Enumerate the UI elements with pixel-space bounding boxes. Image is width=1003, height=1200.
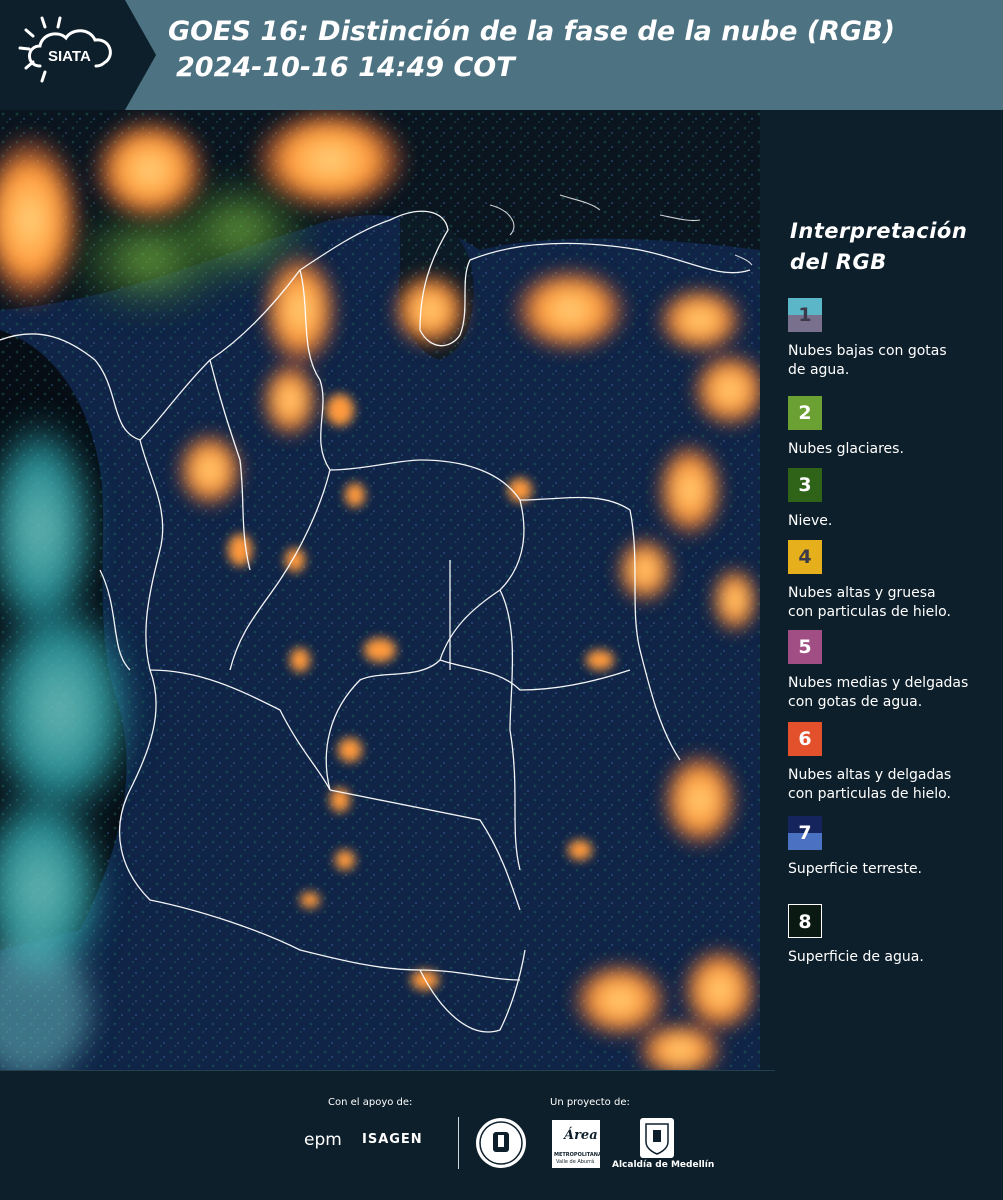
legend-label: Superficie terreste. <box>788 860 1003 879</box>
legend-number: 4 <box>798 546 812 568</box>
title-line-1: GOES 16: Distinción de la fase de la nub… <box>168 16 895 47</box>
legend-number: 2 <box>798 402 812 424</box>
footer-divider <box>0 1070 775 1071</box>
legend-label: Nubes medias y delgadas con gotas de agua… <box>788 674 1003 712</box>
alcaldia-shield-icon <box>640 1118 674 1158</box>
legend-label: Superficie de agua. <box>788 948 1003 967</box>
legend-number: 7 <box>798 822 812 844</box>
legend-swatch: 6 <box>788 722 822 756</box>
support-label: Con el apoyo de: <box>328 1097 413 1108</box>
page-title: GOES 16: Distinción de la fase de la nub… <box>168 14 895 86</box>
medellin-seal-icon <box>476 1118 526 1168</box>
legend-number: 1 <box>798 304 812 326</box>
legend-label-line-1: Superficie terreste. <box>788 861 923 877</box>
metropolitana-text: METROPOLITANA <box>554 1152 602 1158</box>
legend-item-6: 6 Nubes altas y delgadas con particulas de… <box>788 722 1003 804</box>
legend-item-4: 4 Nubes altas y gruesa con particulas de h… <box>788 540 1003 622</box>
legend-label-line-1: Nubes bajas con gotas <box>788 343 947 359</box>
legend-title-line-1: Interpretación <box>790 219 968 243</box>
legend-label: Nubes bajas con gotas de agua. <box>788 342 1003 380</box>
legend-label: Nubes glaciares. <box>788 440 1003 459</box>
epm-logo: epm <box>304 1130 342 1150</box>
siata-logo-text: SIATA <box>48 48 91 65</box>
area-metropolitana-logo: Área METROPOLITANA Valle de Aburrá <box>552 1120 602 1168</box>
legend-number: 6 <box>798 728 812 750</box>
legend-swatch: 7 <box>788 816 822 850</box>
legend-item-8: 8 Superficie de agua. <box>788 904 1003 967</box>
legend-label-line-1: Nubes medias y delgadas <box>788 675 969 691</box>
legend-label-line-1: Nubes glaciares. <box>788 441 904 457</box>
isagen-logo: ISAGEN <box>362 1132 423 1147</box>
legend-label-line-1: Nieve. <box>788 513 833 529</box>
legend-item-3: 3 Nieve. <box>788 468 1003 531</box>
legend-label: Nieve. <box>788 512 1003 531</box>
legend-label: Nubes altas y gruesa con particulas de hi… <box>788 584 1003 622</box>
legend-label-line-1: Superficie de agua. <box>788 949 924 965</box>
siata-logo: SIATA <box>0 0 156 110</box>
legend-swatch: 2 <box>788 396 822 430</box>
legend-label-line-2: con particulas de hielo. <box>788 786 951 802</box>
legend-label-line-1: Nubes altas y delgadas <box>788 767 952 783</box>
legend-number: 5 <box>798 636 812 658</box>
legend-panel: Interpretación del RGB 1 Nubes bajas con … <box>762 110 1003 1070</box>
legend-title-line-2: del RGB <box>790 250 887 274</box>
area-logo-text: Área <box>564 1128 598 1143</box>
legend-item-7: 7 Superficie terreste. <box>788 816 1003 879</box>
legend-item-2: 2 Nubes glaciares. <box>788 396 1003 459</box>
legend-item-5: 5 Nubes medias y delgadas con gotas de agu… <box>788 630 1003 712</box>
valle-text: Valle de Aburrá <box>556 1159 595 1165</box>
legend-label-line-2: con particulas de hielo. <box>788 604 951 620</box>
legend-title: Interpretación del RGB <box>790 216 967 278</box>
legend-label-line-1: Nubes altas y gruesa <box>788 585 936 601</box>
legend-label-line-2: con gotas de agua. <box>788 694 923 710</box>
legend-swatch: 3 <box>788 468 822 502</box>
footer: Con el apoyo de: Un proyecto de: epm ISA… <box>0 1070 1003 1200</box>
alcaldia-label: Alcaldía de Medellín <box>612 1160 715 1170</box>
legend-number: 3 <box>798 474 812 496</box>
legend-item-1: 1 Nubes bajas con gotas de agua. <box>788 298 1003 380</box>
legend-swatch: 1 <box>788 298 822 332</box>
legend-label-line-2: de agua. <box>788 362 850 378</box>
title-line-2: 2024-10-16 14:49 COT <box>176 52 515 83</box>
legend-swatch: 5 <box>788 630 822 664</box>
header-bar: SIATA GOES 16: Distinción de la fase de … <box>0 0 1003 110</box>
legend-number: 8 <box>798 911 812 933</box>
legend-swatch: 8 <box>788 904 822 938</box>
project-label: Un proyecto de: <box>550 1097 630 1108</box>
legend-label: Nubes altas y delgadas con particulas de … <box>788 766 1003 804</box>
legend-swatch: 4 <box>788 540 822 574</box>
satellite-image <box>0 110 760 1070</box>
footer-vertical-divider <box>458 1117 459 1169</box>
